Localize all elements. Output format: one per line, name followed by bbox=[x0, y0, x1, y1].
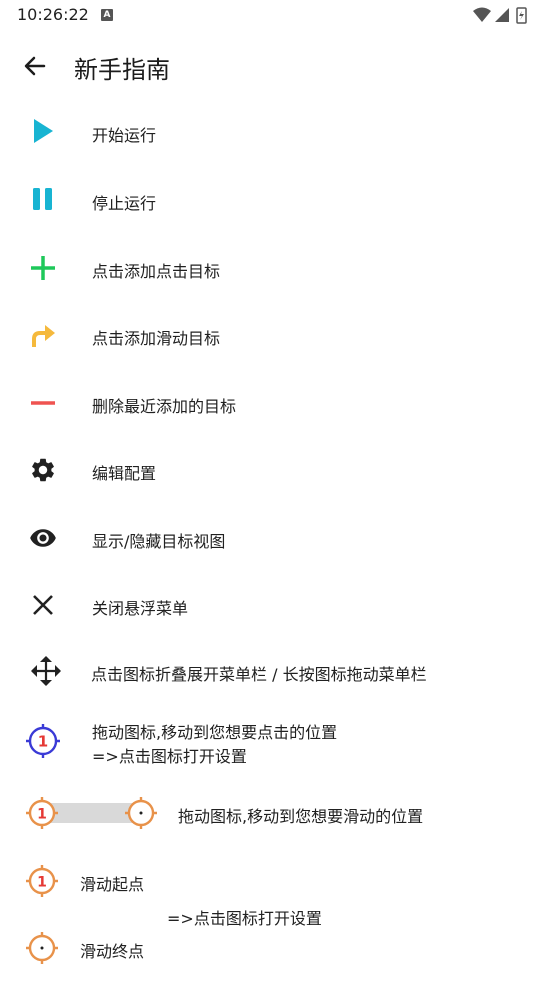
stop-label: 停止运行 bbox=[92, 194, 157, 213]
start-label: 开始运行 bbox=[92, 126, 157, 145]
pause-icon bbox=[33, 188, 52, 210]
wifi-icon bbox=[473, 7, 491, 22]
click-target-line2: =>点击图标打开设置 bbox=[92, 747, 247, 766]
move-menu-label: 点击图标折叠展开菜单栏 / 长按图标拖动菜单栏 bbox=[91, 665, 427, 684]
status-time: 10:26:22 bbox=[17, 5, 89, 24]
click-target-number: 1 bbox=[38, 733, 48, 751]
close-menu-label: 关闭悬浮菜单 bbox=[92, 599, 189, 618]
add-click-label: 点击添加点击目标 bbox=[92, 262, 221, 281]
remove-last-label: 删除最近添加的目标 bbox=[92, 397, 237, 416]
eye-icon bbox=[30, 529, 56, 547]
swipe-end-target-icon bbox=[125, 797, 157, 829]
click-target-line1: 拖动图标,移动到您想要点击的位置 bbox=[92, 723, 338, 742]
status-icons bbox=[473, 7, 527, 24]
signal-icon bbox=[495, 8, 509, 22]
swipe-settings-label: =>点击图标打开设置 bbox=[167, 909, 322, 928]
minus-icon bbox=[31, 401, 55, 405]
swipe-start-target-icon: 1 bbox=[26, 797, 58, 829]
close-icon bbox=[33, 595, 53, 615]
swipe-end-label: 滑动终点 bbox=[80, 942, 145, 961]
add-swipe-label: 点击添加滑动目标 bbox=[92, 329, 221, 348]
swipe-start-number: 1 bbox=[37, 807, 47, 823]
swipe-target-label: 拖动图标,移动到您想要滑动的位置 bbox=[178, 807, 424, 826]
arrow-left-icon[interactable] bbox=[18, 49, 52, 83]
gear-icon bbox=[32, 458, 54, 482]
page-title: 新手指南 bbox=[74, 56, 170, 84]
swipe-start-legend-number: 1 bbox=[37, 875, 47, 891]
toolbar: 新手指南 bbox=[0, 35, 553, 95]
move-arrows-icon bbox=[31, 656, 61, 686]
curved-arrow-icon bbox=[32, 325, 55, 347]
status-bar: 10:26:22 A bbox=[0, 0, 553, 30]
notification-icon: A bbox=[101, 9, 113, 21]
click-target-icon: 1 bbox=[26, 724, 60, 758]
plus-icon bbox=[31, 256, 55, 280]
swipe-end-icon bbox=[26, 932, 58, 964]
toggle-view-label: 显示/隐藏目标视图 bbox=[92, 532, 226, 551]
swipe-start-label: 滑动起点 bbox=[80, 875, 145, 894]
edit-config-label: 编辑配置 bbox=[92, 464, 157, 483]
play-icon bbox=[34, 119, 53, 143]
swipe-start-icon: 1 bbox=[26, 865, 58, 897]
